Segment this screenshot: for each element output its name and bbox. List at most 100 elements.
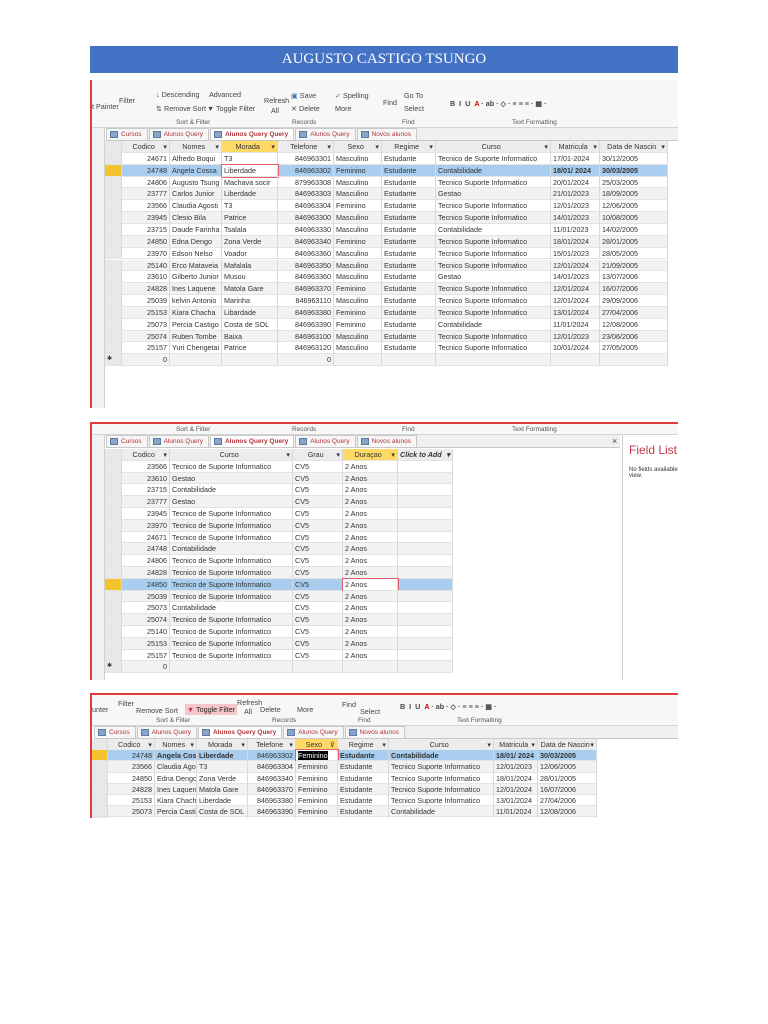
cell-telefone[interactable]: 846963110 (278, 295, 334, 307)
tab-novos-alunos[interactable]: Novos alunos (356, 435, 417, 447)
column-header-click-to-add[interactable]: Click to Add ▾ (398, 449, 453, 461)
cell-curso[interactable]: Contabilidade (436, 164, 551, 177)
cell-sexo[interactable]: Masculino (334, 330, 382, 343)
descending-button[interactable]: ↓ Descending (156, 90, 200, 99)
sort-dropdown-icon[interactable]: ▾ (429, 141, 433, 152)
cell-sexo[interactable]: Feminino (296, 783, 338, 795)
cell-codico[interactable]: 25153 (108, 795, 155, 807)
cell-curso[interactable]: Tecnico de Suporte Informatico (170, 626, 293, 638)
table-row[interactable]: 24748 Contabilidade CV5 2 Anos (105, 543, 453, 556)
cell-durac-ao[interactable]: 2 Anos (343, 543, 398, 556)
cell-data-de-nascin[interactable]: 28/01/2005 (538, 772, 597, 784)
cell-click-to-add[interactable] (398, 531, 453, 544)
cell-curso[interactable]: Tecnico de Suporte Informatico (170, 649, 293, 662)
record-selector[interactable] (105, 614, 122, 626)
cell-grau[interactable]: CV5 (293, 472, 343, 485)
record-selector[interactable] (92, 750, 108, 762)
cell-morada[interactable]: Patrice (222, 212, 278, 224)
cell-grau[interactable]: CV5 (293, 519, 343, 532)
table-row[interactable]: 23610 Gestao CV5 2 Anos (105, 472, 453, 485)
column-header-codico[interactable]: Codico ▾ (108, 739, 155, 751)
cell-matricula[interactable]: 12/01/2024 (551, 295, 600, 307)
cell-sexo[interactable]: Masculino (334, 188, 382, 201)
table-row[interactable]: 25157 Tecnico de Suporte Informatico CV5 2 … (105, 649, 453, 662)
cell-data-de-nascin[interactable]: 16/07/2006 (600, 283, 668, 296)
cell-grau[interactable] (293, 661, 343, 674)
remove-sort-button[interactable]: Remove Sort (136, 706, 178, 715)
cell-click-to-add[interactable] (398, 460, 453, 473)
cell-curso[interactable]: Tecnico Suporte Informatico (436, 295, 551, 307)
column-header-durac-ao[interactable]: Duraçao ▾ (343, 449, 398, 461)
cell-codico[interactable]: 25073 (122, 602, 170, 615)
sort-dropdown-icon[interactable]: ▾ (446, 449, 450, 460)
tab-novos-alunos[interactable]: Novos alunos (356, 128, 417, 140)
column-header-telefone[interactable]: Telefone ▾ (248, 739, 296, 751)
cell-nomes[interactable]: Ruben Tombe (170, 330, 222, 343)
cell-nomes[interactable]: Percia Castigo (155, 806, 197, 818)
cell-morada[interactable]: Zona Verde (197, 772, 248, 784)
cell-durac-ao[interactable]: 2 Anos (343, 472, 398, 485)
cell-morada[interactable]: Matola Gare (197, 783, 248, 795)
cell-regime[interactable]: Estudante (382, 247, 436, 260)
table-row[interactable]: 23610 Gilberto Junior Musou 846963360 Mascul… (105, 271, 668, 284)
cell-sexo[interactable]: Masculino (334, 259, 382, 272)
cell-morada[interactable]: Baixa (222, 330, 278, 343)
cell-sexo[interactable]: Masculino (334, 295, 382, 307)
cell-durac-ao[interactable]: 2 Anos (343, 590, 398, 603)
format-painter-button[interactable]: unter (92, 705, 108, 714)
record-selector[interactable] (105, 543, 122, 556)
cell-curso[interactable]: Tecnico de Suporte Informatico (170, 578, 293, 591)
column-header-curso[interactable]: Curso ▾ (436, 141, 551, 153)
cell-regime[interactable]: Estudante (382, 200, 436, 213)
cell-morada[interactable]: Costa de SOL (197, 806, 248, 818)
cell-codico[interactable]: 24671 (122, 152, 170, 165)
cell-click-to-add[interactable] (398, 567, 453, 579)
cell-nomes[interactable]: Kiara Chacha (170, 306, 222, 319)
sort-dropdown-icon[interactable]: ▾ (163, 141, 167, 152)
cell-codico[interactable]: 25074 (122, 614, 170, 626)
record-selector[interactable] (105, 330, 122, 343)
sort-dropdown-icon[interactable]: ▾ (391, 449, 395, 460)
toggle-filter-button-active[interactable]: ▼ Toggle Filter (185, 704, 238, 715)
cell-codico[interactable]: 25153 (122, 306, 170, 319)
cell-matricula[interactable]: 18/01/ 2024 (551, 164, 600, 177)
cell-data-de-nascin[interactable]: 12/08/2006 (600, 318, 668, 331)
cell-data-de-nascin[interactable]: 25/03/2005 (600, 176, 668, 189)
sort-dropdown-icon[interactable]: ▾ (661, 141, 665, 152)
cell-regime[interactable]: Estudante (382, 306, 436, 319)
cell-telefone[interactable]: 846963300 (278, 212, 334, 224)
cell-regime[interactable]: Estudante (338, 806, 389, 818)
cell-curso[interactable]: Contabilidade (436, 318, 551, 331)
cell-matricula[interactable] (494, 817, 538, 818)
cell-curso[interactable]: Contabilidade (170, 484, 293, 497)
cell-click-to-add[interactable] (398, 472, 453, 485)
cell-data-de-nascin[interactable]: 18/09/2005 (600, 188, 668, 201)
record-selector[interactable] (105, 342, 122, 355)
cell-codico[interactable]: 23566 (122, 460, 170, 473)
cell-codico[interactable]: 24748 (122, 164, 170, 177)
cell-matricula[interactable]: 21/01/2023 (551, 188, 600, 201)
cell-matricula[interactable]: 20/01/2024 (551, 176, 600, 189)
cell-codico[interactable]: 23715 (122, 223, 170, 236)
cell-regime[interactable]: Estudante (382, 164, 436, 177)
cell-regime[interactable]: Estudante (382, 223, 436, 236)
cell-curso[interactable]: Tecnico Suporte Informatico (436, 283, 551, 296)
cell-telefone[interactable]: 0 (278, 354, 334, 367)
cell-data-de-nascin[interactable]: 12/06/2005 (538, 761, 597, 773)
record-selector[interactable] (92, 772, 108, 784)
table-row[interactable]: 23715 Daude Farinha Tsalala 846963330 Mascul… (105, 223, 668, 236)
table-row[interactable]: 24671 Tecnico de Suporte Informatico CV5 2 … (105, 531, 453, 544)
cell-durac-ao[interactable]: 2 Anos (343, 602, 398, 615)
cell-morada[interactable]: T3 (222, 200, 278, 213)
cell-codico[interactable]: 24671 (122, 531, 170, 544)
cell-sexo[interactable]: Masculino (334, 176, 382, 189)
cell-telefone[interactable]: 846963340 (278, 235, 334, 248)
cell-codico[interactable]: 24806 (122, 555, 170, 567)
cell-durac-ao[interactable]: 2 Anos (343, 531, 398, 544)
table-row[interactable]: 25039 Tecnico de Suporte Informatico CV5 2 … (105, 590, 453, 603)
record-selector[interactable] (105, 306, 122, 319)
cell-curso[interactable]: Tecnico de Suporte Informatico (170, 508, 293, 520)
table-row[interactable]: 23970 Edson Nelso Voador 846963360 Masculino… (105, 247, 668, 260)
column-header-regime[interactable]: Regime ▾ (338, 739, 389, 751)
spelling-button[interactable]: ✓ Spelling (335, 91, 369, 100)
